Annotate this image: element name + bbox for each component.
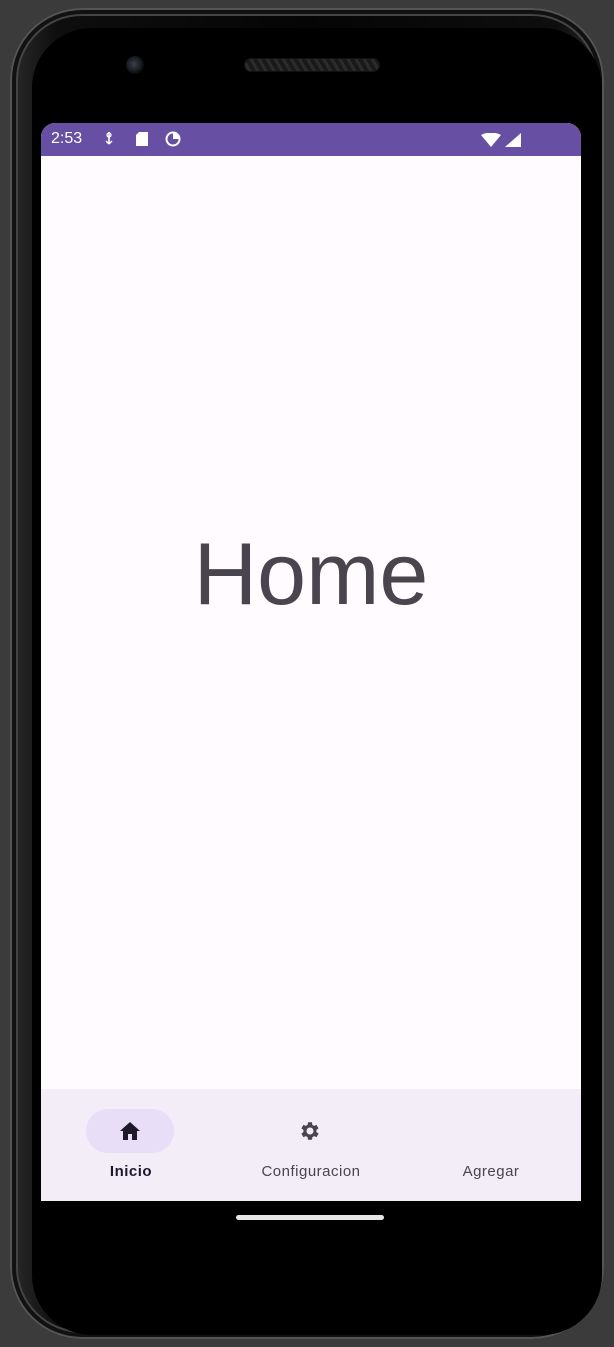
front-camera [126,56,144,74]
gesture-navigation-handle[interactable] [236,1215,384,1220]
bottom-navigation-bar: Inicio Configuracion Agregar [41,1089,581,1201]
nav-label-agregar: Agregar [462,1163,520,1180]
nav-item-configuracion[interactable]: Configuracion [221,1089,401,1201]
status-bar: 2:53 [41,123,581,156]
nav-label-configuracion: Configuracion [261,1163,361,1180]
page-title: Home [193,524,429,623]
wifi-icon [481,132,501,152]
nav-item-agregar[interactable]: Agregar [401,1089,581,1201]
nav-label-inicio: Inicio [109,1163,153,1180]
status-time: 2:53 [51,130,83,147]
sd-card-icon [135,131,149,152]
usb-debug-icon [103,131,115,152]
home-icon [118,1119,142,1143]
sync-icon [165,131,181,152]
app-screen: 2:53 Home Inicio Configuracion Agregar [41,123,581,1201]
gear-icon [298,1119,322,1143]
signal-icon [505,133,521,152]
earpiece-speaker [244,58,380,72]
nav-item-inicio[interactable]: Inicio [41,1089,221,1201]
